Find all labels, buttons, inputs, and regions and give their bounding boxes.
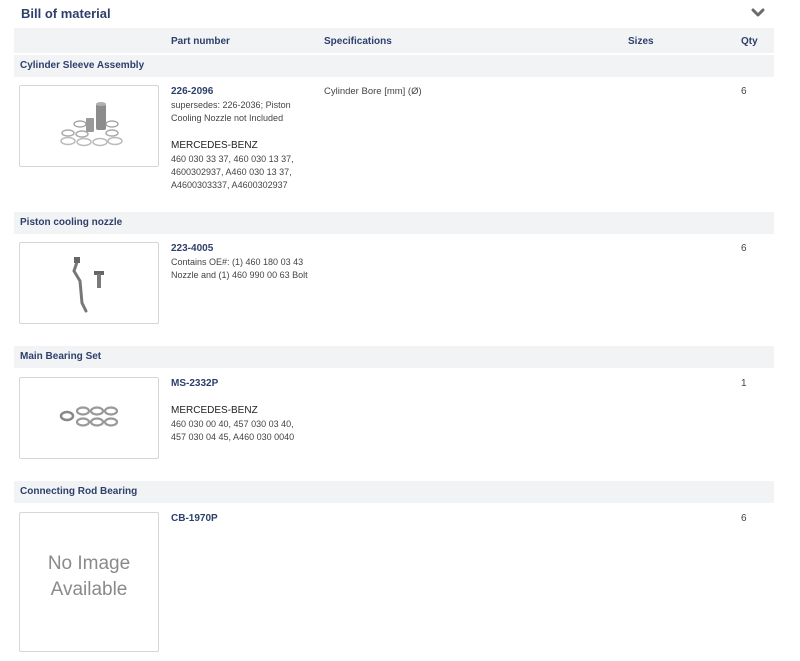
no-image-placeholder: No Image Available	[47, 553, 131, 600]
qty-value: 6	[741, 86, 747, 97]
col-part-number: Part number	[171, 36, 230, 47]
part-number-link[interactable]: CB-1970P	[171, 513, 218, 524]
part-note: Contains OE#: (1) 460 180 03 43 Nozzle a…	[171, 257, 308, 280]
part-image-cylinder-sleeve[interactable]	[19, 85, 159, 167]
part-number-link[interactable]: 223-4005	[171, 243, 213, 254]
group-header-cylinder-sleeve: Cylinder Sleeve Assembly	[14, 55, 774, 77]
part-note: supersedes: 226-2036; Piston Cooling Noz…	[171, 100, 291, 123]
group-name: Main Bearing Set	[20, 351, 102, 362]
bom-panel-header[interactable]: Bill of material	[14, 0, 774, 29]
bearing-shells-icon	[59, 406, 119, 427]
qty-value: 1	[741, 378, 747, 389]
part-image-main-bearing[interactable]	[19, 377, 159, 459]
col-specifications: Specifications	[324, 36, 392, 47]
group-header-main-bearing: Main Bearing Set	[14, 346, 774, 368]
col-sizes: Sizes	[628, 36, 654, 47]
qty-value: 6	[741, 513, 747, 524]
cylinder-sleeve-kit-icon	[60, 102, 123, 147]
group-name: Piston cooling nozzle	[20, 217, 123, 228]
part-image-conn-rod-bearing[interactable]: No Image Available	[19, 512, 159, 652]
part-number-link[interactable]: MS-2332P	[171, 378, 218, 389]
column-header-row: Part number Specifications Sizes Qty	[14, 28, 774, 53]
part-number-link[interactable]: 226-2096	[171, 86, 213, 97]
panel-title: Bill of material	[21, 6, 111, 21]
group-header-conn-rod-bearing: Connecting Rod Bearing	[14, 481, 774, 503]
cooling-nozzle-icon	[72, 257, 104, 313]
qty-value: 6	[741, 243, 747, 254]
oe-cross-references: 460 030 00 40, 457 030 03 40, 457 030 04…	[171, 419, 295, 442]
manufacturer-name: MERCEDES-BENZ	[171, 140, 258, 151]
col-qty: Qty	[741, 36, 758, 47]
group-name: Cylinder Sleeve Assembly	[20, 60, 145, 71]
oe-cross-references: 460 030 33 37, 460 030 13 37, 4600302937…	[171, 154, 294, 190]
specification-value: Cylinder Bore [mm] (Ø)	[324, 86, 422, 97]
manufacturer-name: MERCEDES-BENZ	[171, 405, 258, 416]
group-name: Connecting Rod Bearing	[20, 486, 138, 497]
part-image-cooling-nozzle[interactable]	[19, 242, 159, 324]
group-header-cooling-nozzle: Piston cooling nozzle	[14, 212, 774, 234]
chevron-down-icon[interactable]	[750, 6, 766, 20]
